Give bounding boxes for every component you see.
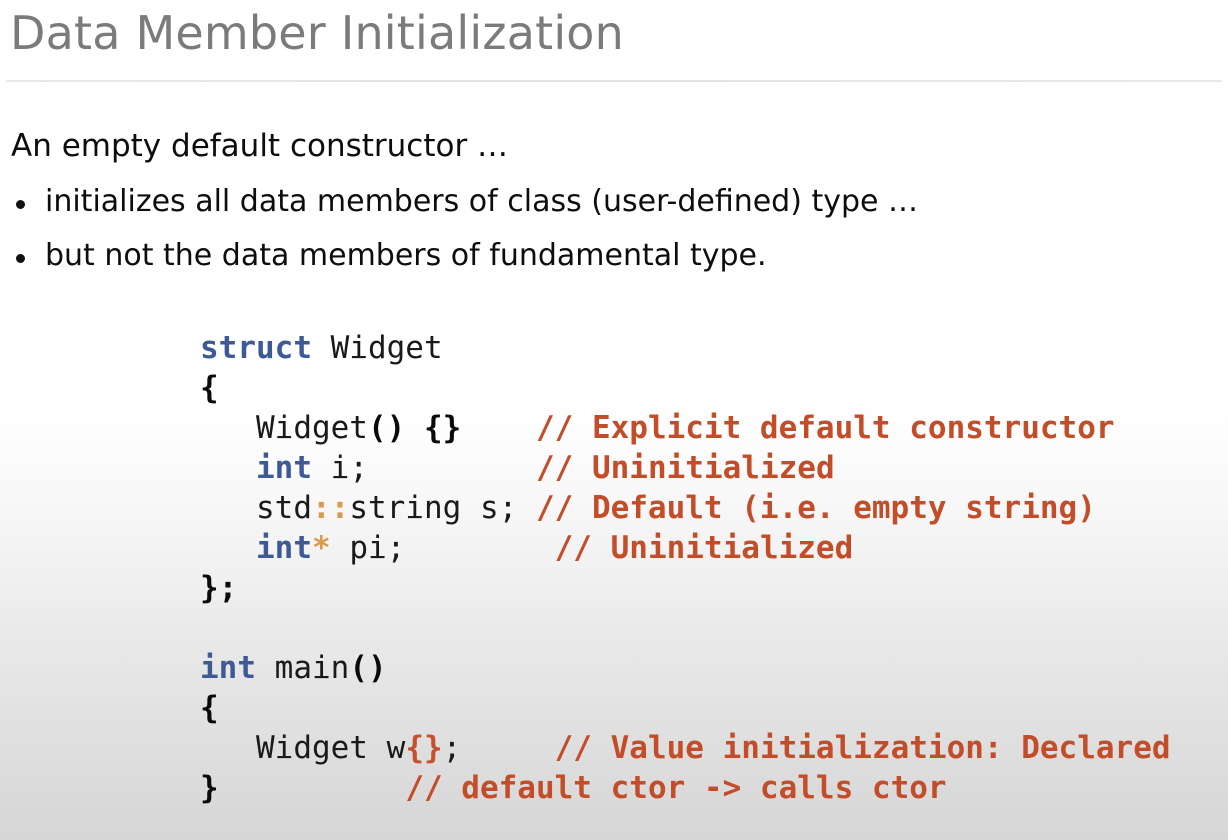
code-token-plain: ; [442, 730, 462, 766]
code-line: { [200, 368, 1171, 408]
code-line: Widget w{}; // Value initialization: Dec… [200, 728, 1171, 768]
code-line: } // default ctor -> calls ctor [200, 768, 1171, 808]
code-token-comment: // Value initialization: Declared [554, 730, 1171, 766]
code-token-comment: // Explicit default constructor [535, 410, 1115, 446]
code-token-brace-h: {} [405, 730, 443, 766]
bullet-text: initializes all data members of class (u… [45, 183, 919, 219]
code-line: int* pi; // Uninitialized [200, 528, 1171, 568]
code-token-plain: std [200, 490, 312, 526]
code-token-plain: string s; [349, 490, 536, 526]
list-item: initializes all data members of class (u… [11, 183, 1191, 219]
slide-body: An empty default constructor … initializ… [11, 130, 1191, 294]
code-token-op: * [312, 530, 331, 566]
code-token-plain: i; [312, 450, 368, 486]
code-token-plain: pi; [330, 530, 406, 566]
code-token-plain: Widget [311, 330, 443, 366]
slide-canvas: Data Member Initialization An empty defa… [0, 0, 1228, 840]
code-line: struct Widget [200, 328, 1171, 368]
code-token-punct: () [349, 650, 387, 686]
code-line: Widget() {} // Explicit default construc… [200, 408, 1171, 448]
page-title: Data Member Initialization [10, 6, 625, 60]
code-token-op: :: [311, 490, 350, 526]
code-line: int i; // Uninitialized [200, 448, 1171, 488]
code-token-punct: }; [200, 570, 238, 606]
code-line: { [200, 688, 1171, 728]
code-line: std::string s; // Default (i.e. empty st… [200, 488, 1171, 528]
code-block: struct Widget{ Widget() {} // Explicit d… [200, 328, 1171, 808]
code-line: }; [200, 568, 1171, 608]
code-token-comment: // Uninitialized [554, 530, 854, 566]
code-token-punct: { [200, 690, 219, 726]
code-token-plain: main [256, 650, 350, 686]
code-token-punct: () {} [367, 410, 462, 446]
title-divider [6, 80, 1222, 82]
list-item: but not the data members of fundamental … [11, 237, 1191, 273]
code-token-kw: int [200, 650, 256, 686]
code-token-punct: { [200, 370, 219, 406]
lead-paragraph: An empty default constructor … [11, 128, 509, 164]
code-token-plain: Widget w [200, 730, 406, 766]
code-token-kw: struct [200, 330, 312, 366]
code-token-plain: Widget [200, 410, 368, 446]
bullet-text: but not the data members of fundamental … [45, 237, 767, 273]
bullet-dot-icon [16, 253, 25, 263]
code-line: int main() [200, 648, 1171, 688]
code-token-punct: } [200, 770, 219, 806]
code-token-comment: // Default (i.e. empty string) [535, 490, 1096, 526]
code-token-kw: int [256, 530, 312, 566]
code-token-comment: // Uninitialized [535, 450, 835, 486]
code-token-comment: // default ctor -> calls ctor [405, 770, 947, 806]
code-token-kw: int [256, 450, 312, 486]
bullet-dot-icon [16, 199, 25, 209]
